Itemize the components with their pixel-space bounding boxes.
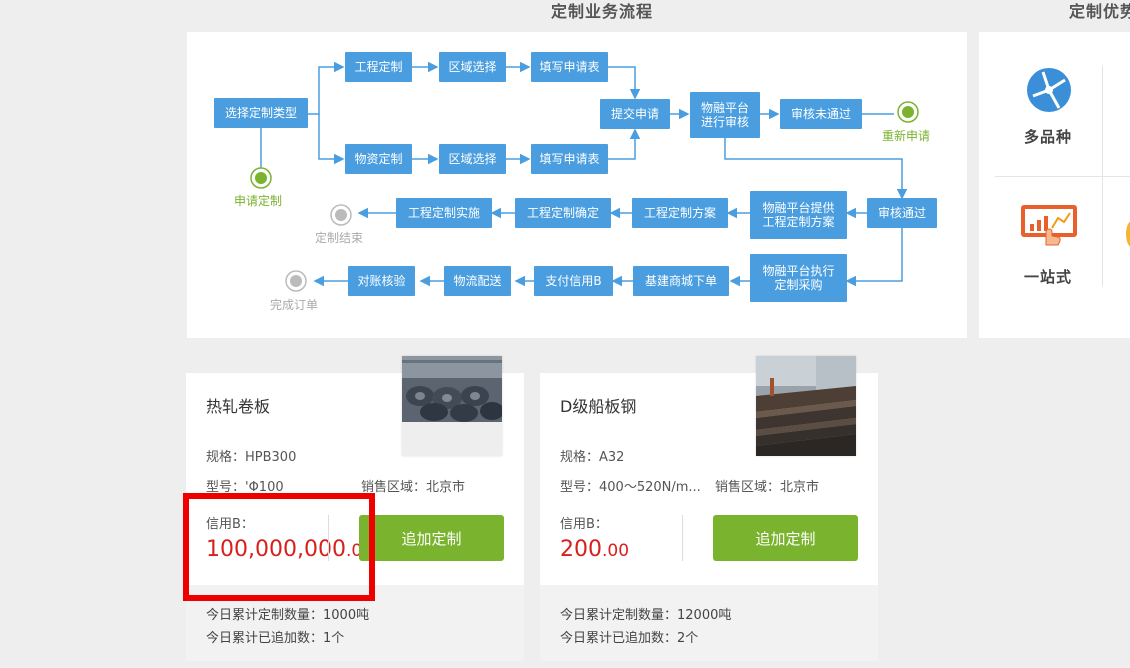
today-adds: 今日累计已追加数：1个: [206, 631, 345, 646]
today-adds: 今日累计已追加数：2个: [560, 631, 699, 646]
node-delivery[interactable]: 物流配送: [444, 266, 511, 296]
node-platform-review[interactable]: 物融平台进行审核: [690, 92, 760, 138]
add-custom-button[interactable]: 追加定制: [713, 515, 858, 561]
credit-label: 信用B：: [560, 517, 608, 532]
node-eng-plan[interactable]: 工程定制方案: [632, 198, 728, 228]
process-title: 定制业务流程: [551, 2, 654, 21]
product-thumbnail-2[interactable]: [756, 356, 856, 456]
product-model: 型号：400～520N/m...: [560, 480, 701, 495]
today-quantity: 今日累计定制数量：1000吨: [206, 608, 370, 623]
node-fill-form-1[interactable]: 填写申请表: [531, 52, 608, 82]
price-int: 200: [560, 537, 602, 562]
advantage-one-stop: 一站式: [1024, 268, 1073, 286]
node-eng-implement[interactable]: 工程定制实施: [396, 198, 492, 228]
node-submit[interactable]: 提交申请: [600, 99, 670, 129]
node-material-custom[interactable]: 物资定制: [345, 144, 412, 174]
steel-coil-image: [402, 356, 502, 422]
product-region: 销售区域：北京市: [361, 480, 466, 495]
node-reconcile[interactable]: 对账核验: [348, 266, 415, 296]
endpoint-apply-label: 申请定制: [234, 194, 283, 208]
product-thumbnail-1[interactable]: [402, 356, 502, 456]
one-stop-icon: [1021, 205, 1077, 246]
card-footer: [540, 585, 878, 661]
product-spec: 规格：HPB300: [206, 450, 297, 465]
advantages-title: 定制优势: [1069, 2, 1130, 21]
node-review-passed[interactable]: 审核通过: [867, 198, 937, 228]
product-name[interactable]: D级船板钢: [560, 393, 636, 417]
node-engineering-custom[interactable]: 工程定制: [345, 52, 412, 82]
node-pay[interactable]: 支付信用B: [534, 266, 613, 296]
advantages-divider-h: [995, 176, 1130, 177]
add-custom-button[interactable]: 追加定制: [359, 515, 504, 561]
highlight-box: [183, 493, 375, 601]
credit-price: 200.00: [560, 537, 629, 562]
node-region-select-1[interactable]: 区域选择: [439, 52, 506, 82]
node-order[interactable]: 基建商城下单: [633, 266, 729, 296]
node-region-select-2[interactable]: 区域选择: [439, 144, 506, 174]
today-quantity: 今日累计定制数量：12000吨: [560, 608, 732, 623]
process-panel: 选择定制类型 工程定制 区域选择 填写申请表 物资定制 区域选择 填写申请表 提…: [187, 32, 967, 338]
steel-plate-image: [756, 356, 856, 456]
price-divider: [682, 515, 683, 561]
advantages-panel: 多品种 一站式: [979, 32, 1130, 338]
product-name[interactable]: 热轧卷板: [206, 393, 270, 417]
variety-icon: [1027, 68, 1071, 112]
endpoint-complete-label: 完成订单: [270, 298, 319, 312]
price-dec: .00: [602, 541, 630, 561]
node-platform-plan[interactable]: 物融平台提供工程定制方案: [750, 191, 847, 239]
advantage-variety: 多品种: [1024, 128, 1073, 146]
endpoint-end-label: 定制结束: [315, 231, 364, 245]
product-spec: 规格：A32: [560, 450, 625, 465]
node-eng-confirm[interactable]: 工程定制确定: [515, 198, 611, 228]
partial-icon: [1126, 220, 1130, 248]
product-region: 销售区域：北京市: [715, 480, 820, 495]
node-fill-form-2[interactable]: 填写申请表: [531, 144, 608, 174]
thumbnail-blank: [402, 422, 502, 456]
endpoint-reapply-label: 重新申请: [882, 129, 931, 143]
node-platform-purchase[interactable]: 物融平台执行定制采购: [750, 254, 847, 302]
node-review-failed[interactable]: 审核未通过: [780, 99, 862, 129]
node-select-type[interactable]: 选择定制类型: [214, 98, 308, 128]
